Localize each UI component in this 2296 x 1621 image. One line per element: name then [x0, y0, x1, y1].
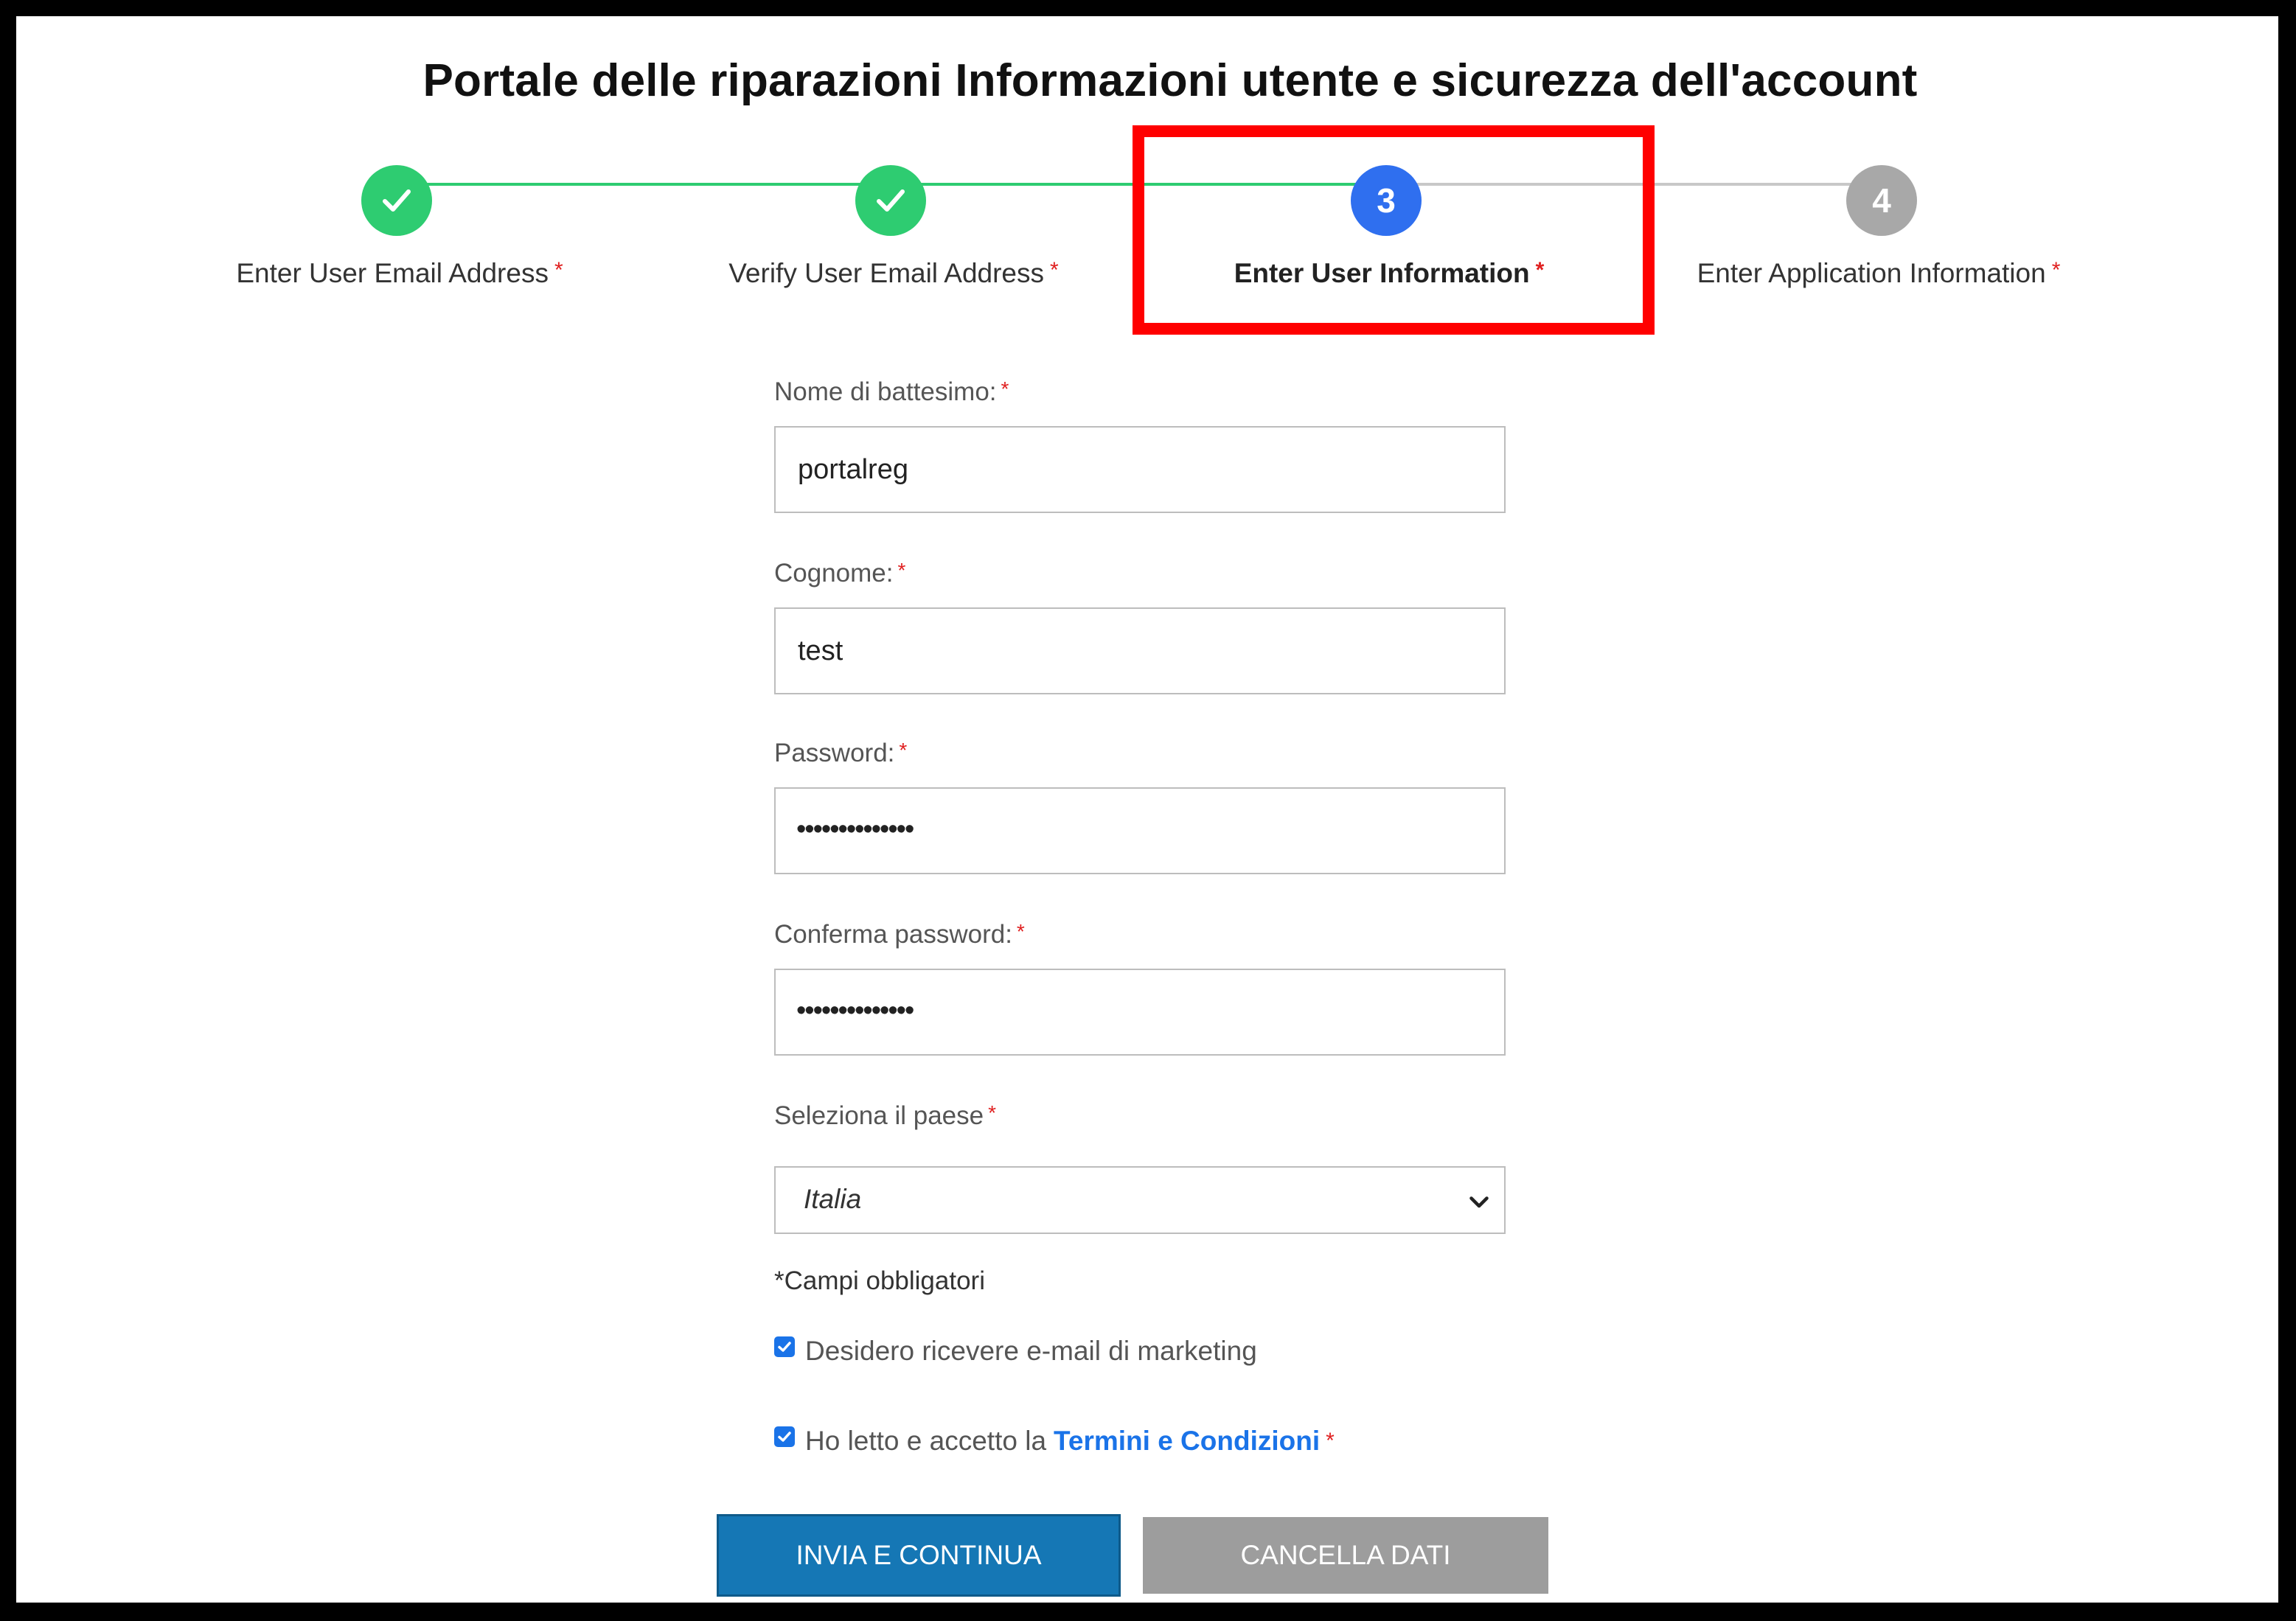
password-label: Password: *: [774, 739, 908, 767]
country-selected-value: Italia: [804, 1184, 862, 1214]
terms-required-mark: *: [1326, 1429, 1335, 1453]
step-1-label: Enter User Email Address *: [236, 258, 563, 288]
last-name-input[interactable]: [774, 607, 1506, 694]
last-name-label: Cognome: *: [774, 559, 906, 588]
terms-checkbox-label: Ho letto e accetto la: [805, 1426, 1047, 1456]
current-step-highlight: [1133, 125, 1655, 335]
terms-checkbox-row: Ho letto e accetto la Termini e Condizio…: [774, 1426, 1335, 1457]
required-fields-note: *Campi obbligatori: [774, 1266, 985, 1295]
submit-continue-button[interactable]: INVIA E CONTINUA: [717, 1514, 1121, 1597]
clear-data-button[interactable]: CANCELLA DATI: [1143, 1517, 1548, 1594]
marketing-checkbox-row: Desidero ricevere e-mail di marketing: [774, 1336, 1257, 1367]
step-4-circle: 4: [1846, 165, 1917, 236]
step-4-number: 4: [1872, 181, 1891, 220]
checkmark-icon: [778, 1432, 791, 1442]
terms-checkbox[interactable]: [774, 1426, 795, 1447]
step-2-label: Verify User Email Address *: [728, 258, 1059, 288]
step-4-label: Enter Application Information *: [1697, 258, 2061, 288]
terms-link[interactable]: Termini e Condizioni: [1054, 1426, 1320, 1457]
page-frame: Portale delle riparazioni Informazioni u…: [16, 16, 2278, 1603]
confirm-password-input[interactable]: [774, 969, 1506, 1056]
confirm-password-label: Conferma password: *: [774, 920, 1025, 949]
checkmark-icon: [383, 189, 411, 212]
step-1-circle: [361, 165, 432, 236]
step-connector-1: [397, 183, 891, 186]
checkmark-icon: [778, 1342, 791, 1352]
step-2-circle: [855, 165, 926, 236]
checkmark-icon: [877, 189, 905, 212]
password-input[interactable]: [774, 787, 1506, 874]
country-label: Seleziona il paese *: [774, 1101, 996, 1130]
marketing-checkbox-label: Desidero ricevere e-mail di marketing: [805, 1336, 1257, 1366]
first-name-label: Nome di battesimo: *: [774, 377, 1009, 406]
country-select[interactable]: Italia: [774, 1166, 1506, 1234]
first-name-input[interactable]: [774, 426, 1506, 513]
page-title: Portale delle riparazioni Informazioni u…: [422, 55, 1918, 106]
chevron-down-icon: [1469, 1196, 1489, 1208]
marketing-checkbox[interactable]: [774, 1336, 795, 1357]
